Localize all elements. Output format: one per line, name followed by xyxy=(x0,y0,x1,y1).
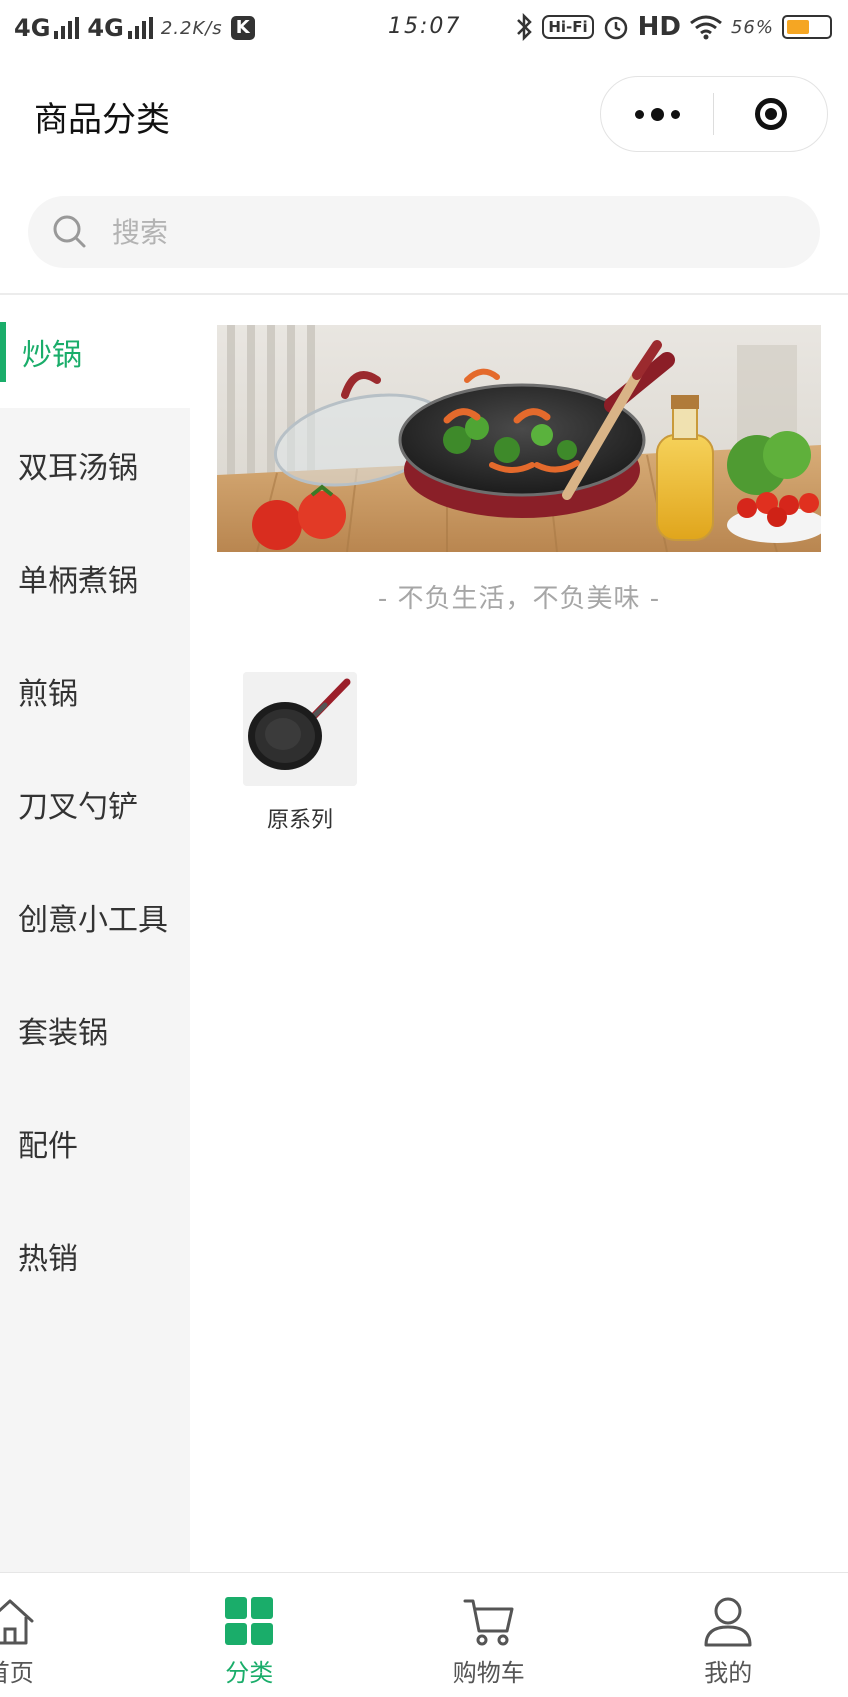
tab-label: 首页 xyxy=(0,1653,34,1688)
sidebar-item-jianguo[interactable]: 煎锅 xyxy=(0,634,190,747)
hd-badge: HD xyxy=(638,12,681,42)
category-grid-icon xyxy=(221,1593,277,1649)
signal-icon xyxy=(54,17,79,39)
bluetooth-icon xyxy=(514,13,534,41)
tab-label: 我的 xyxy=(704,1653,752,1688)
sidebar-item-label: 煎锅 xyxy=(18,669,78,713)
sidebar-item-peijian[interactable]: 配件 xyxy=(0,1086,190,1199)
network-speed: 2.2K/s xyxy=(161,18,223,39)
sidebar-item-label: 创意小工具 xyxy=(18,895,168,939)
home-icon xyxy=(0,1593,38,1649)
tab-label: 购物车 xyxy=(453,1653,525,1688)
product-item[interactable]: 原系列 xyxy=(243,672,357,834)
wifi-icon xyxy=(689,14,723,40)
tab-category[interactable]: 分类 xyxy=(130,1573,370,1697)
product-name: 原系列 xyxy=(243,802,357,834)
network-indicator-2: 4G xyxy=(87,14,152,42)
category-banner[interactable] xyxy=(217,325,821,552)
signal-icon xyxy=(128,17,153,39)
status-right: Hi-Fi HD 56% xyxy=(514,12,832,42)
clock: 15:07 xyxy=(388,14,461,39)
hifi-badge: Hi-Fi xyxy=(542,15,593,39)
sidebar-item-daocha-shaochan[interactable]: 刀叉勺铲 xyxy=(0,747,190,860)
wok-banner-image xyxy=(217,325,821,552)
network-label-1: 4G xyxy=(14,14,50,42)
sidebar-item-label: 刀叉勺铲 xyxy=(18,782,138,826)
mini-program-capsule xyxy=(600,76,828,152)
wok-product-image xyxy=(243,672,357,786)
sidebar-item-shuanger-tangguo[interactable]: 双耳汤锅 xyxy=(0,408,190,521)
sidebar-item-label: 配件 xyxy=(18,1121,78,1165)
sidebar-item-taozhuang-guo[interactable]: 套装锅 xyxy=(0,973,190,1086)
sidebar-item-label: 套装锅 xyxy=(18,1008,108,1052)
status-bar: 4G 4G 2.2K/s K 15:07 Hi-Fi HD 56% xyxy=(0,0,848,58)
target-icon xyxy=(755,98,787,130)
status-left: 4G 4G 2.2K/s K xyxy=(14,14,255,42)
search-icon xyxy=(50,212,90,252)
user-icon xyxy=(700,1593,756,1649)
sidebar-item-rexiao[interactable]: 热销 xyxy=(0,1199,190,1312)
network-indicator-1: 4G xyxy=(14,14,79,42)
battery-icon xyxy=(782,15,832,39)
tab-mine[interactable]: 我的 xyxy=(609,1573,848,1697)
tab-cart[interactable]: 购物车 xyxy=(369,1573,609,1697)
sidebar-item-label: 单柄煮锅 xyxy=(18,556,138,600)
category-sidebar: 炒锅 双耳汤锅 单柄煮锅 煎锅 刀叉勺铲 创意小工具 套装锅 配件 热销 xyxy=(0,295,190,1572)
network-label-2: 4G xyxy=(87,14,123,42)
tab-home[interactable]: 首页 xyxy=(0,1573,130,1697)
bottom-tab-bar: 首页 分类 购物车 我的 xyxy=(0,1572,848,1697)
search-bar[interactable] xyxy=(28,196,820,268)
sidebar-item-chaoguo[interactable]: 炒锅 xyxy=(0,295,190,408)
close-mini-program-button[interactable] xyxy=(714,98,827,130)
sidebar-item-danbing-zhuguo[interactable]: 单柄煮锅 xyxy=(0,521,190,634)
tab-label: 分类 xyxy=(225,1653,273,1688)
sidebar-item-chuangyi-gongju[interactable]: 创意小工具 xyxy=(0,860,190,973)
page-title: 商品分类 xyxy=(34,92,170,141)
battery-percent: 56% xyxy=(731,17,774,38)
cart-icon xyxy=(461,1593,517,1649)
app-badge-icon: K xyxy=(231,16,255,40)
banner-slogan: - 不负生活，不负美味 - xyxy=(217,578,821,615)
sidebar-item-label: 双耳汤锅 xyxy=(18,443,138,487)
alarm-icon xyxy=(602,13,630,41)
product-thumbnail xyxy=(243,672,357,786)
more-options-button[interactable] xyxy=(601,77,713,151)
nav-header: 商品分类 xyxy=(0,62,848,172)
search-input[interactable] xyxy=(110,215,754,250)
sidebar-item-label: 热销 xyxy=(18,1234,78,1278)
sidebar-item-label: 炒锅 xyxy=(22,330,82,374)
